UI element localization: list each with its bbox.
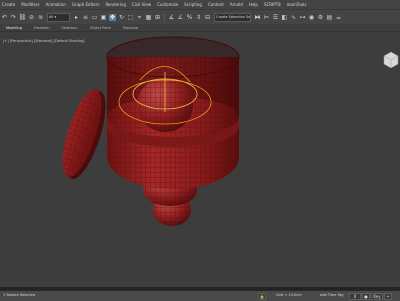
tab-freeform[interactable]: Freeform	[28, 26, 56, 30]
rendered-frame-window-icon[interactable]: ▤	[326, 14, 333, 21]
angle-snap-icon[interactable]: ∠	[177, 14, 184, 21]
add-time-tag-button[interactable]: Add Time Tag	[320, 291, 344, 300]
select-object-icon[interactable]: ▸	[73, 14, 80, 21]
menu-graph-editors[interactable]: Graph Editors	[69, 2, 102, 7]
menu-create[interactable]: Create	[0, 2, 18, 7]
menu-content[interactable]: Content	[205, 2, 227, 7]
snaps-toggle-icon[interactable]: ∡	[168, 14, 175, 21]
toolbar-divider	[164, 12, 165, 22]
menu-arnold[interactable]: Arnold	[227, 2, 246, 7]
menu-scripting[interactable]: Scripting	[181, 2, 205, 7]
menu-modifiers[interactable]: Modifiers	[18, 2, 42, 7]
grid-spacing: Grid = 10.0cm	[276, 293, 302, 297]
selection-set-value: Create Selection Se	[216, 14, 251, 19]
bind-space-warp-icon[interactable]: ≋	[37, 14, 44, 21]
ribbon-tabs: Modeling Freeform Selection Object Paint…	[0, 24, 400, 32]
render-production-icon[interactable]: ☕	[335, 14, 342, 21]
reference-coordinate-icon[interactable]: ▦	[145, 14, 152, 21]
perspective-viewport[interactable]: [+] [Perspective] [Standard] [Default Sh…	[0, 32, 400, 287]
chevron-down-icon: ▾	[54, 14, 57, 19]
menu-animation[interactable]: Animation	[43, 2, 69, 7]
link-icon[interactable]: ⛓	[19, 14, 27, 21]
redo-icon[interactable]: ↷	[10, 14, 17, 21]
tab-selection[interactable]: Selection	[56, 26, 84, 30]
menu-rendering[interactable]: Rendering	[102, 2, 128, 7]
auto-key-icon[interactable]: ●	[362, 293, 370, 300]
selection-filter-value: All	[49, 14, 54, 19]
select-by-name-icon[interactable]: ≡	[82, 14, 89, 21]
percent-snap-icon[interactable]: %	[186, 14, 193, 21]
tab-modeling[interactable]: Modeling	[0, 26, 28, 30]
align-icon[interactable]: ⊨	[263, 14, 270, 21]
app-window: Create Modifiers Animation Graph Editors…	[0, 0, 400, 301]
menu-maintools[interactable]: mainTools	[284, 2, 310, 7]
selection-info: 1 Sphere Selected	[3, 293, 35, 297]
menu-script8[interactable]: SCRIPT8	[261, 2, 284, 7]
menu-civil-view[interactable]: Civil View	[129, 2, 154, 7]
menu-customize[interactable]: Customize	[154, 2, 181, 7]
select-and-move-icon[interactable]: ✥	[109, 13, 116, 21]
tab-populate[interactable]: Populate	[117, 26, 144, 30]
select-and-rotate-icon[interactable]: ↻	[118, 14, 125, 21]
menu-bar: Create Modifiers Animation Graph Editors…	[0, 0, 400, 9]
side-disk[interactable]	[54, 85, 113, 183]
view-cube[interactable]	[383, 51, 399, 69]
set-key-button[interactable]: Key	[371, 293, 383, 300]
status-bar: 1 Sphere Selected 🔒 Grid = 10.0cm Add Ti…	[0, 290, 400, 301]
mirror-icon[interactable]: ⧓	[254, 14, 261, 21]
toggle-scene-explorer-icon[interactable]: ☰	[272, 14, 279, 21]
add-icon[interactable]: +	[384, 293, 392, 300]
curve-editor-icon[interactable]: ∿	[290, 14, 297, 21]
menu-help[interactable]: Help	[246, 2, 261, 7]
selection-filter-dropdown[interactable]: All ▾	[47, 12, 70, 22]
viewport-scene[interactable]	[0, 32, 400, 287]
render-setup-icon[interactable]: ⚙	[317, 14, 324, 21]
rectangular-selection-icon[interactable]: ▭	[91, 14, 98, 21]
material-editor-icon[interactable]: ◉	[308, 14, 315, 21]
unlink-icon[interactable]: ⊘	[28, 14, 35, 21]
current-frame-field[interactable]: 0	[349, 293, 361, 300]
main-toolbar: ↶ ↷ ⛓ ⊘ ≋ All ▾ ▸ ≡ ▭ ▣ ✥ ↻ ⬚ ⌖ ▦ ⊞ ∡ ∠ …	[0, 9, 400, 25]
schematic-view-icon[interactable]: ⊶	[299, 14, 306, 21]
pivot-center-icon[interactable]: ⊞	[154, 14, 161, 21]
select-and-place-icon[interactable]: ⌖	[136, 14, 143, 21]
edit-named-sets-icon[interactable]: ⊟	[204, 14, 211, 21]
undo-icon[interactable]: ↶	[1, 14, 8, 21]
viewport-label[interactable]: [+] [Perspective] [Standard] [Default Sh…	[3, 39, 85, 43]
spinner-snap-icon[interactable]: ⇕	[195, 14, 202, 21]
lock-selection-icon[interactable]: 🔒	[258, 293, 266, 300]
selection-set-dropdown[interactable]: Create Selection Se ▾	[214, 12, 251, 22]
tab-object-paint[interactable]: Object Paint	[84, 26, 117, 30]
window-crossing-icon[interactable]: ▣	[100, 14, 107, 21]
toggle-layer-explorer-icon[interactable]: ◧	[281, 14, 288, 21]
select-and-scale-icon[interactable]: ⬚	[127, 14, 134, 21]
